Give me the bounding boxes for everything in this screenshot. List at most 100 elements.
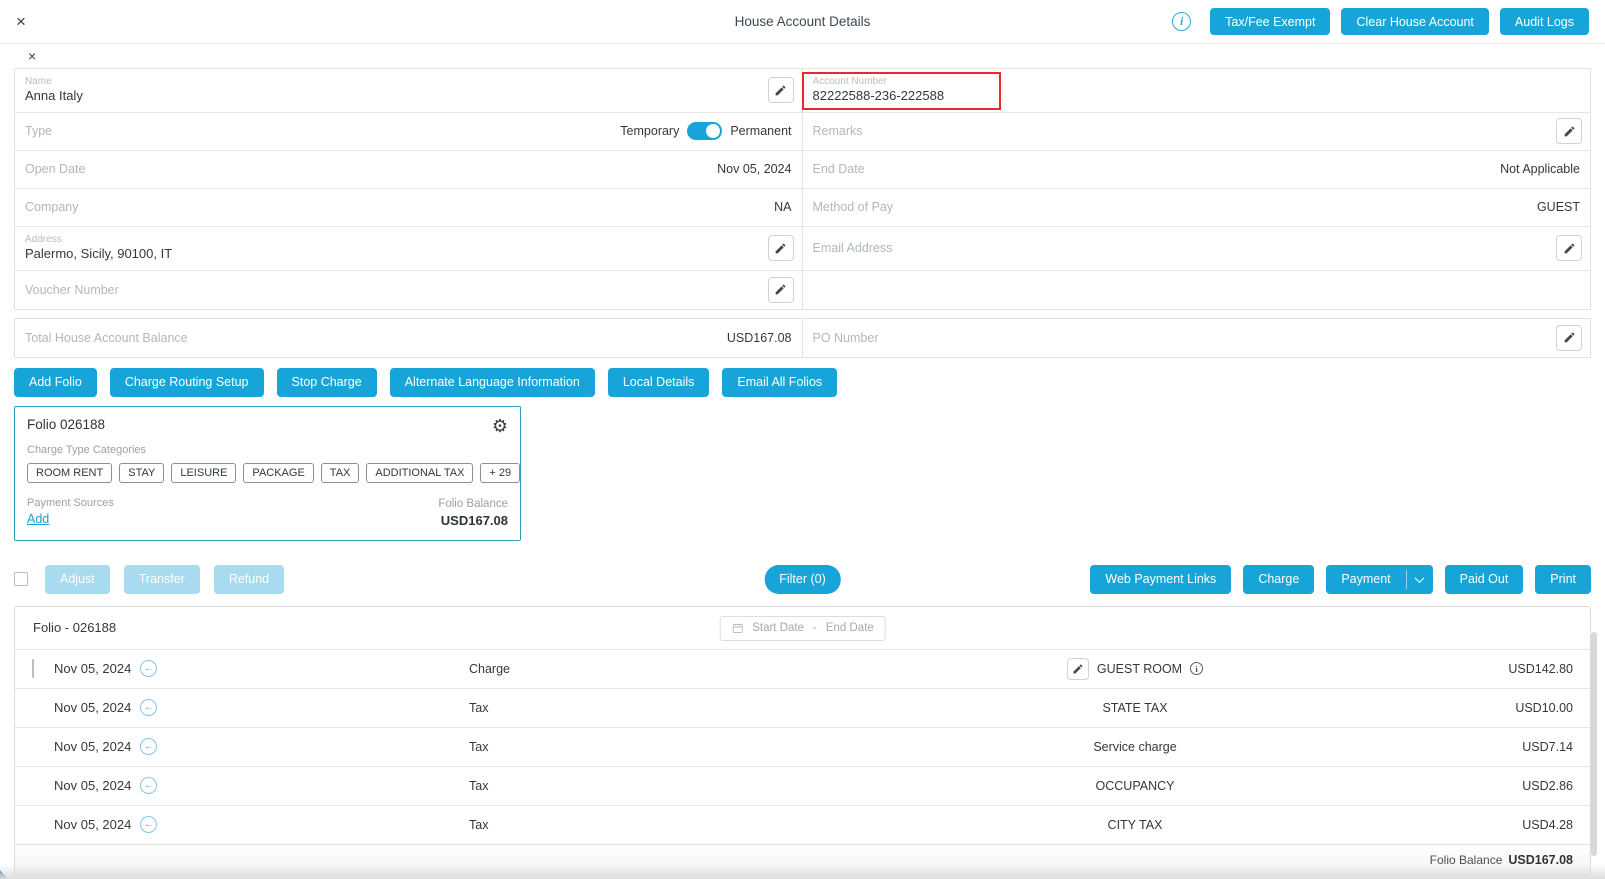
- pencil-icon: [774, 283, 787, 296]
- name-value: Anna Italy: [25, 88, 83, 105]
- method-of-pay-value: GUEST: [1537, 200, 1580, 214]
- pencil-icon: [1563, 331, 1576, 344]
- address-field: Address Palermo, Sicily, 90100, IT: [15, 227, 803, 270]
- add-folio-button[interactable]: Add Folio: [14, 368, 97, 397]
- address-value: Palermo, Sicily, 90100, IT: [25, 246, 172, 263]
- open-date-value: Nov 05, 2024: [717, 162, 791, 176]
- total-balance-field: Total House Account Balance USD167.08: [15, 319, 803, 357]
- charge-routing-setup-button[interactable]: Charge Routing Setup: [110, 368, 264, 397]
- type-temporary-label: Temporary: [620, 124, 679, 138]
- clear-house-account-button[interactable]: Clear House Account: [1341, 8, 1488, 35]
- open-date-field: Open Date Nov 05, 2024: [15, 151, 803, 188]
- start-date-placeholder: Start Date: [752, 622, 804, 634]
- email-label: Email Address: [813, 241, 893, 255]
- balance-row: Total House Account Balance USD167.08 PO…: [14, 318, 1591, 358]
- direction-arrow-icon: ←: [140, 660, 157, 677]
- empty-cell: [803, 271, 1591, 309]
- transfer-button[interactable]: Transfer: [124, 565, 200, 594]
- voucher-number-label: Voucher Number: [25, 283, 119, 297]
- row-date: Nov 05, 2024: [54, 661, 131, 676]
- company-value: NA: [774, 200, 791, 214]
- select-all-checkbox[interactable]: [14, 572, 28, 586]
- direction-arrow-icon: ←: [140, 738, 157, 755]
- method-of-pay-field: Method of Pay GUEST: [803, 189, 1591, 226]
- po-number-label: PO Number: [813, 331, 879, 345]
- transactions-table: Folio - 026188 Start Date - End Date Nov…: [14, 606, 1591, 876]
- row-date: Nov 05, 2024: [54, 817, 131, 832]
- po-number-field: PO Number: [803, 319, 1591, 357]
- type-permanent-label: Permanent: [730, 124, 791, 138]
- panel-close-icon[interactable]: ×: [28, 48, 42, 65]
- row-date: Nov 05, 2024: [54, 778, 131, 793]
- payment-dropdown-toggle[interactable]: [1407, 565, 1433, 594]
- web-payment-links-button[interactable]: Web Payment Links: [1090, 565, 1231, 594]
- table-row[interactable]: Nov 05, 2024 ← Charge GUEST ROOM i USD14…: [15, 649, 1590, 688]
- row-type: Tax: [469, 779, 1029, 793]
- type-toggle[interactable]: [687, 122, 722, 140]
- row-type: Tax: [469, 740, 1029, 754]
- direction-arrow-icon: ←: [140, 699, 157, 716]
- account-details-form: Name Anna Italy Account Number 82222588-…: [14, 68, 1591, 310]
- edit-email-button[interactable]: [1556, 235, 1582, 261]
- refund-button[interactable]: Refund: [214, 565, 284, 594]
- charge-type-chips: ROOM RENT STAY LEISURE PACKAGE TAX ADDIT…: [27, 463, 508, 483]
- edit-name-button[interactable]: [768, 77, 794, 103]
- add-payment-source-link[interactable]: Add: [27, 512, 49, 526]
- edit-charge-button[interactable]: [1067, 658, 1089, 680]
- table-row[interactable]: Nov 05, 2024 ← Tax STATE TAX USD10.00: [15, 688, 1590, 727]
- paid-out-button[interactable]: Paid Out: [1445, 565, 1524, 594]
- edit-remarks-button[interactable]: [1556, 118, 1582, 144]
- local-details-button[interactable]: Local Details: [608, 368, 710, 397]
- method-of-pay-label: Method of Pay: [813, 200, 894, 214]
- total-balance-label: Total House Account Balance: [25, 331, 188, 345]
- charge-info-icon[interactable]: i: [1190, 662, 1203, 675]
- edit-voucher-button[interactable]: [768, 277, 794, 303]
- chip-tax: TAX: [321, 463, 360, 483]
- audit-logs-button[interactable]: Audit Logs: [1500, 8, 1589, 35]
- folio-balance-label: Folio Balance: [438, 498, 508, 510]
- pencil-icon: [1072, 663, 1084, 675]
- stop-charge-button[interactable]: Stop Charge: [277, 368, 377, 397]
- edit-po-number-button[interactable]: [1556, 325, 1582, 351]
- info-icon[interactable]: i: [1172, 12, 1191, 31]
- adjust-button[interactable]: Adjust: [45, 565, 110, 594]
- table-row[interactable]: Nov 05, 2024 ← Tax Service charge USD7.1…: [15, 727, 1590, 766]
- remarks-field: Remarks: [803, 113, 1591, 150]
- charge-type-categories-label: Charge Type Categories: [27, 444, 508, 456]
- gear-icon[interactable]: ⚙: [492, 417, 508, 435]
- corner-marker: [0, 870, 8, 879]
- toggle-knob: [706, 124, 720, 138]
- filter-button[interactable]: Filter (0): [764, 565, 841, 594]
- charge-button[interactable]: Charge: [1243, 565, 1314, 594]
- row-description: STATE TAX: [1102, 701, 1167, 715]
- chip-more-count[interactable]: + 29: [480, 463, 520, 483]
- tax-fee-exempt-button[interactable]: Tax/Fee Exempt: [1210, 8, 1330, 35]
- row-type: Tax: [469, 818, 1029, 832]
- close-icon[interactable]: ×: [16, 13, 26, 30]
- name-label: Name: [25, 76, 52, 89]
- pencil-icon: [774, 84, 787, 97]
- account-number-label: Account Number: [813, 76, 887, 89]
- print-button[interactable]: Print: [1535, 565, 1591, 594]
- payment-button[interactable]: Payment: [1326, 565, 1405, 594]
- row-amount: USD10.00: [1241, 701, 1573, 715]
- edit-address-button[interactable]: [768, 235, 794, 261]
- folio-card-title: Folio 026188: [27, 417, 105, 432]
- row-amount: USD142.80: [1241, 662, 1573, 676]
- alternate-language-information-button[interactable]: Alternate Language Information: [390, 368, 595, 397]
- table-row[interactable]: Nov 05, 2024 ← Tax OCCUPANCY USD2.86: [15, 766, 1590, 805]
- payment-split-button: Payment: [1326, 565, 1432, 594]
- folio-card[interactable]: Folio 026188 ⚙ Charge Type Categories RO…: [14, 406, 521, 541]
- row-checkbox[interactable]: [32, 659, 34, 678]
- table-row[interactable]: Nov 05, 2024 ← Tax CITY TAX USD4.28: [15, 805, 1590, 844]
- row-amount: USD2.86: [1241, 779, 1573, 793]
- end-date-label: End Date: [813, 162, 865, 176]
- type-field: Type Temporary Permanent: [15, 113, 803, 150]
- calendar-icon: [731, 622, 743, 634]
- row-date: Nov 05, 2024: [54, 739, 131, 754]
- pencil-icon: [1563, 242, 1576, 255]
- date-range-picker[interactable]: Start Date - End Date: [719, 616, 886, 641]
- email-all-folios-button[interactable]: Email All Folios: [722, 368, 837, 397]
- folio-table-title: Folio - 026188: [33, 620, 116, 635]
- vertical-scrollbar[interactable]: [1591, 632, 1597, 856]
